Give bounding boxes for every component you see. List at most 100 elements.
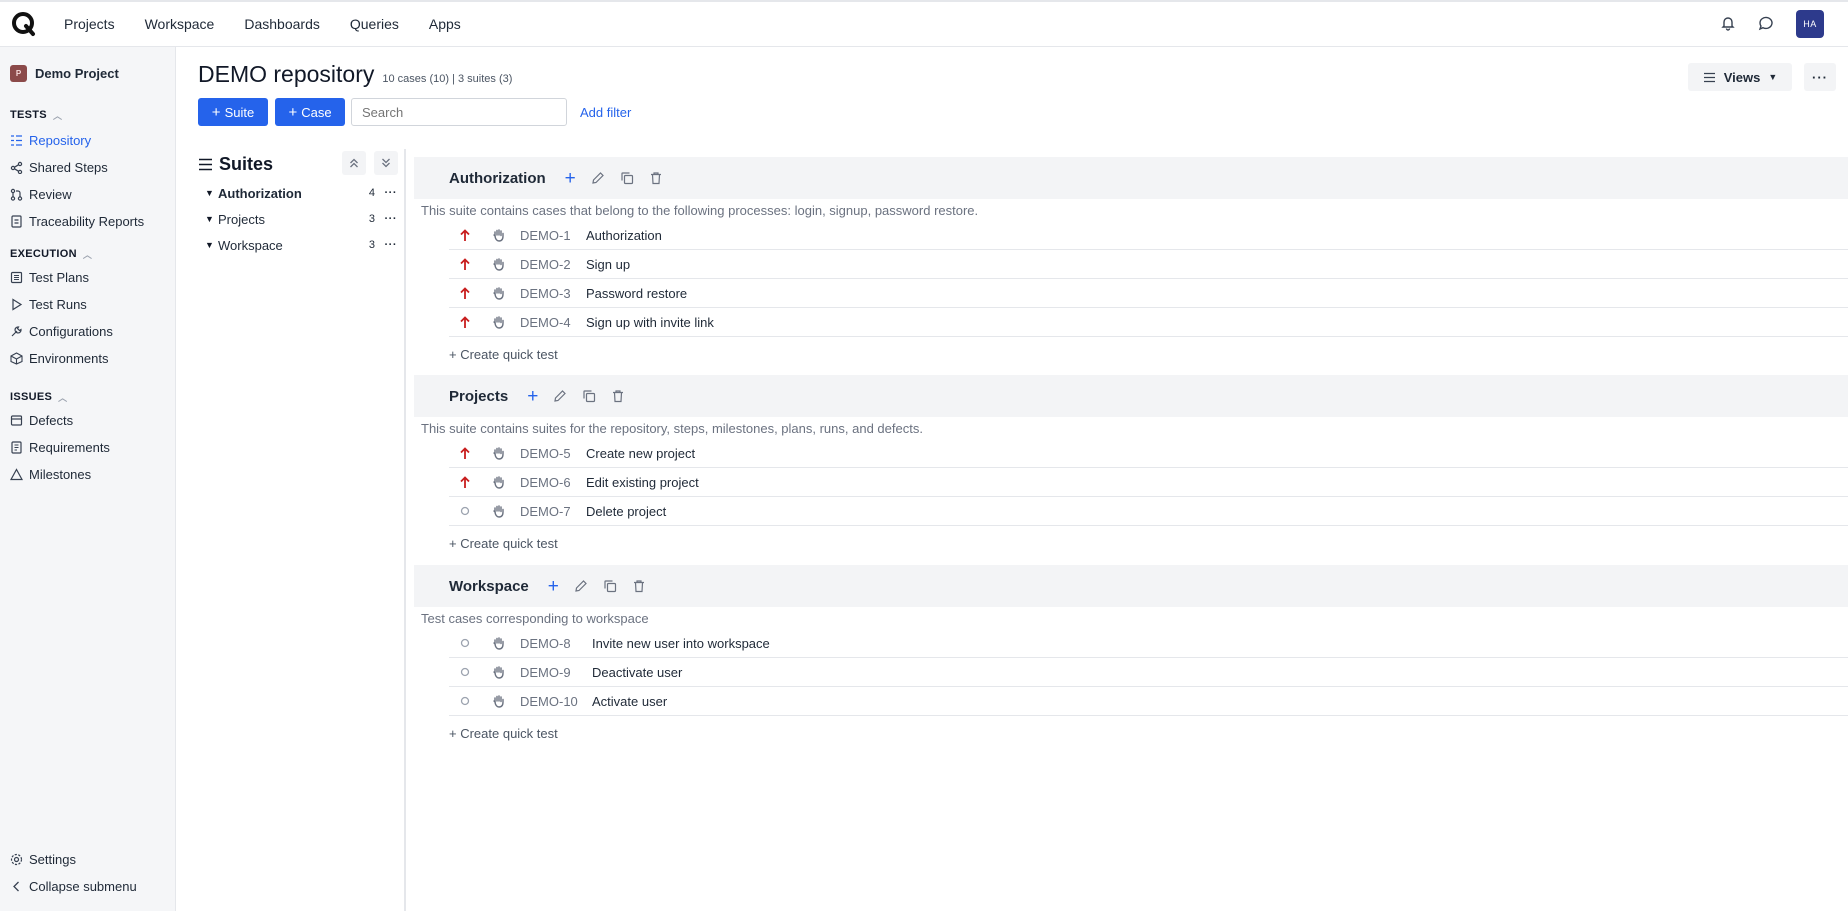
case-name[interactable]: Edit existing project [586,475,699,490]
bell-icon[interactable] [1720,15,1736,34]
sidebar-item-label: Configurations [29,324,113,339]
suite-tree-item-workspace[interactable]: ▼ Workspace 3 ··· [205,232,397,258]
create-quick-test-button[interactable]: + Create quick test [449,526,1848,560]
top-nav-projects[interactable]: Projects [64,16,115,32]
pencil-icon[interactable] [574,579,588,593]
case-row[interactable]: DEMO-2 Sign up [449,250,1848,279]
section-issues[interactable]: ISSUES ︿ [0,388,176,406]
copy-icon[interactable] [620,171,634,185]
chat-icon[interactable] [1758,15,1774,34]
more-options-button[interactable]: ··· [1804,63,1836,91]
search-input[interactable] [351,98,567,126]
case-name[interactable]: Deactivate user [592,665,682,680]
case-id: DEMO-3 [520,285,571,301]
add-suite-button[interactable]: + Suite [198,98,268,126]
project-switcher[interactable]: P Demo Project [0,47,175,82]
suite-description: This suite contains cases that belong to… [421,202,979,218]
collapse-all-button[interactable] [342,151,366,175]
top-nav-apps[interactable]: Apps [429,16,461,32]
more-horizontal-icon[interactable]: ··· [375,239,397,251]
case-row[interactable]: DEMO-8 Invite new user into workspace [449,629,1848,658]
case-name[interactable]: Activate user [592,694,667,709]
copy-icon[interactable] [582,389,596,403]
case-row[interactable]: DEMO-6 Edit existing project [449,468,1848,497]
pencil-icon[interactable] [591,171,605,185]
case-name[interactable]: Password restore [586,286,687,301]
priority-none-icon [457,506,473,516]
panel-divider[interactable] [404,149,406,911]
case-row[interactable]: DEMO-3 Password restore [449,279,1848,308]
trash-icon[interactable] [649,171,663,185]
suite-workspace: Workspace + Test cases corresponding to … [414,565,1848,750]
case-name[interactable]: Authorization [586,228,662,243]
wrench-icon [11,326,22,337]
sidebar-item-settings[interactable]: Settings [0,846,176,873]
caret-down-icon[interactable]: ▼ [205,188,215,198]
sidebar-item-milestones[interactable]: Milestones [0,461,176,488]
sidebar-item-defects[interactable]: Defects [0,407,176,434]
expand-all-button[interactable] [374,151,398,175]
sidebar-item-test-runs[interactable]: Test Runs [0,291,176,318]
suite-tree-label: Projects [218,211,265,227]
suite-tree-label: Authorization [218,185,302,201]
top-bar: Projects Workspace Dashboards Queries Ap… [0,0,1848,47]
sidebar-item-review[interactable]: Review [0,181,176,208]
case-row[interactable]: DEMO-4 Sign up with invite link [449,308,1848,337]
section-execution[interactable]: EXECUTION ︿ [0,245,176,263]
case-name[interactable]: Invite new user into workspace [592,636,770,651]
pencil-icon[interactable] [553,389,567,403]
sidebar-item-traceability-reports[interactable]: Traceability Reports [0,208,176,235]
more-horizontal-icon[interactable]: ··· [375,213,397,225]
case-row[interactable]: DEMO-10 Activate user [449,687,1848,716]
suite-name[interactable]: Workspace [449,578,529,595]
create-quick-test-button[interactable]: + Create quick test [449,716,1848,750]
sidebar-item-label: Shared Steps [29,160,108,175]
sidebar-item-test-plans[interactable]: Test Plans [0,264,176,291]
collapse-submenu-button[interactable]: Collapse submenu [0,873,176,900]
caret-down-icon[interactable]: ▼ [205,240,215,250]
top-nav-workspace[interactable]: Workspace [145,16,215,32]
top-nav-dashboards[interactable]: Dashboards [244,16,320,32]
priority-high-icon [457,475,473,489]
priority-none-icon [457,696,473,706]
case-row[interactable]: DEMO-5 Create new project [449,439,1848,468]
sidebar-item-environments[interactable]: Environments [0,345,176,372]
report-icon [11,215,22,228]
case-row[interactable]: DEMO-1 Authorization [449,221,1848,250]
add-case-label: Case [301,104,332,120]
sidebar-item-requirements[interactable]: Requirements [0,434,176,461]
copy-icon[interactable] [603,579,617,593]
plus-icon[interactable]: + [527,387,538,406]
more-horizontal-icon[interactable]: ··· [375,187,397,199]
views-dropdown[interactable]: Views ▼ [1688,63,1792,91]
case-name[interactable]: Sign up [586,257,630,272]
suite-description: Test cases corresponding to workspace [421,610,649,626]
add-case-button[interactable]: + Case [275,98,345,126]
case-name[interactable]: Create new project [586,446,695,461]
suite-tree-item-projects[interactable]: ▼ Projects 3 ··· [205,206,397,232]
case-row[interactable]: DEMO-9 Deactivate user [449,658,1848,687]
caret-down-icon[interactable]: ▼ [205,214,215,224]
sidebar-item-shared-steps[interactable]: Shared Steps [0,154,176,181]
suite-name[interactable]: Authorization [449,170,546,187]
sidebar-item-repository[interactable]: Repository [0,127,176,154]
plus-icon[interactable]: + [548,577,559,596]
top-nav-queries[interactable]: Queries [350,16,399,32]
case-id: DEMO-1 [520,227,571,243]
suite-name[interactable]: Projects [449,388,508,405]
qase-logo-icon[interactable] [10,10,38,38]
create-quick-test-button[interactable]: + Create quick test [449,337,1848,371]
manual-hand-icon [490,694,506,708]
section-tests[interactable]: TESTS ︿ [0,106,176,124]
trash-icon[interactable] [632,579,646,593]
trash-icon[interactable] [611,389,625,403]
case-name[interactable]: Delete project [586,504,666,519]
case-row[interactable]: DEMO-7 Delete project [449,497,1848,526]
plus-icon[interactable]: + [565,169,576,188]
user-avatar[interactable]: HA [1796,10,1824,38]
case-name[interactable]: Sign up with invite link [586,315,714,330]
sidebar-item-configurations[interactable]: Configurations [0,318,176,345]
add-filter-link[interactable]: Add filter [580,105,631,120]
settings-label: Settings [29,852,76,867]
suite-tree-item-authorization[interactable]: ▼ Authorization 4 ··· [205,180,397,206]
